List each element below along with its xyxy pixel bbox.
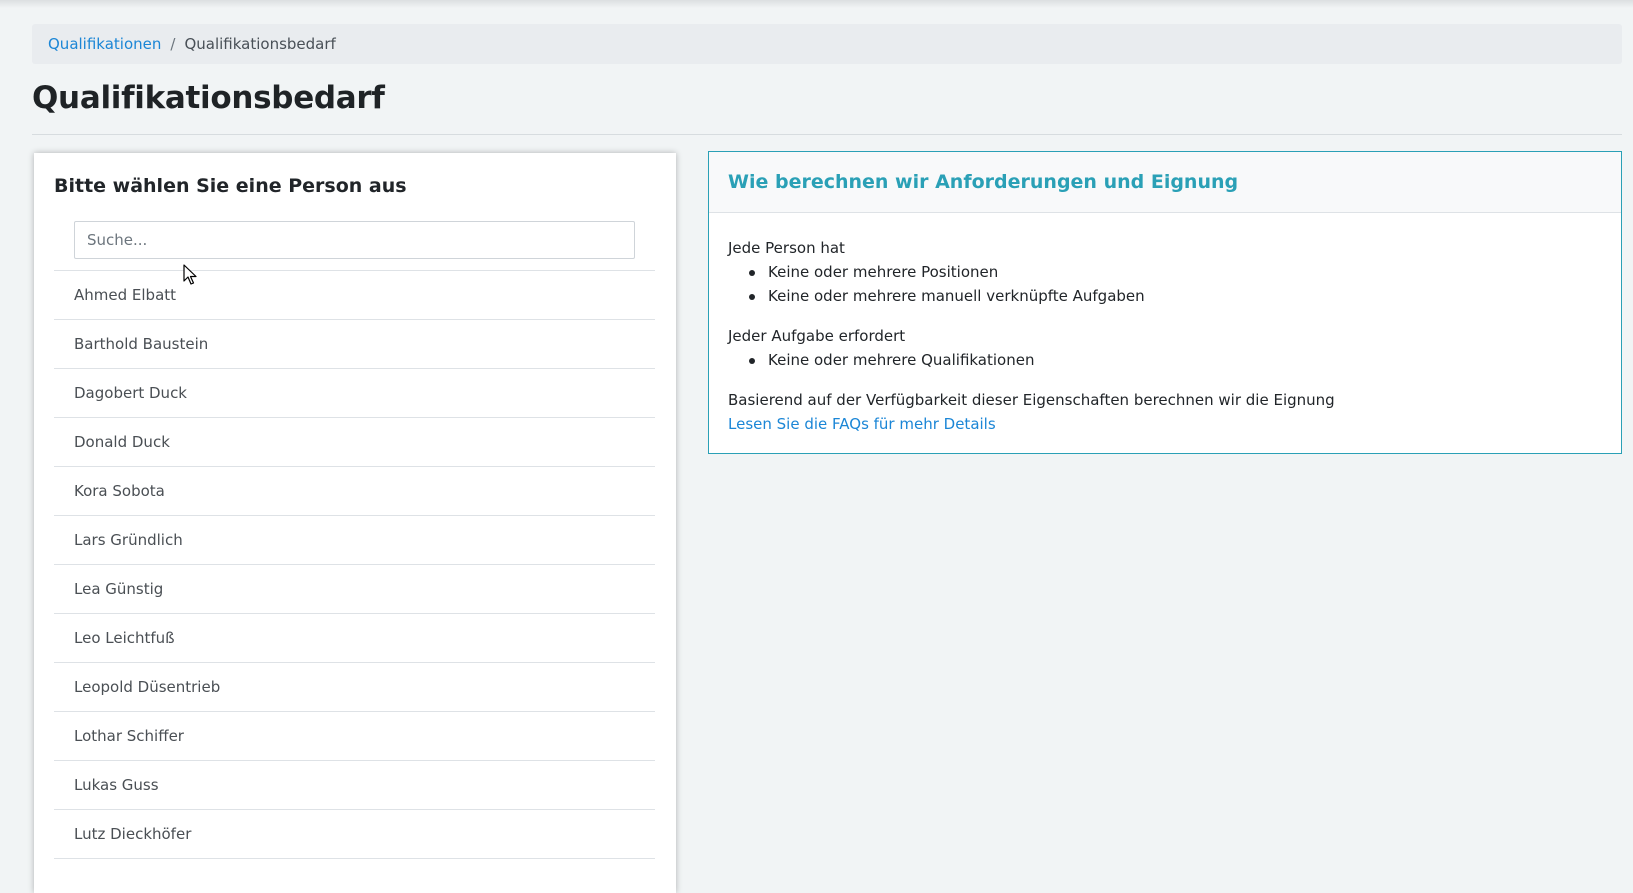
breadcrumb-current: Qualifikationsbedarf — [184, 35, 336, 53]
person-intro-text: Jede Person hat — [728, 239, 845, 257]
list-item: Keine oder mehrere Qualifikationen — [749, 348, 1602, 372]
list-item[interactable]: Leopold Düsentrieb — [54, 663, 655, 712]
breadcrumb: Qualifikationen / Qualifikationsbedarf — [32, 24, 1622, 64]
person-list: Ahmed Elbatt Barthold Baustein Dagobert … — [54, 270, 655, 859]
list-item: Keine oder mehrere Positionen — [749, 260, 1602, 284]
breadcrumb-link-qualifikationen[interactable]: Qualifikationen — [48, 35, 161, 53]
task-intro-text: Jeder Aufgabe erfordert — [728, 327, 906, 345]
list-item: Keine oder mehrere manuell verknüpfte Au… — [749, 284, 1602, 308]
search-field — [74, 221, 635, 259]
list-item[interactable]: Kora Sobota — [54, 467, 655, 516]
search-input[interactable] — [75, 222, 634, 258]
info-card-header: Wie berechnen wir Anforderungen und Eign… — [709, 152, 1621, 213]
list-item[interactable]: Barthold Baustein — [54, 320, 655, 369]
info-card-heading: Wie berechnen wir Anforderungen und Eign… — [728, 171, 1239, 193]
page-title: Qualifikationsbedarf — [32, 80, 385, 116]
list-item[interactable]: Donald Duck — [54, 418, 655, 467]
list-item[interactable]: Lothar Schiffer — [54, 712, 655, 761]
title-divider — [32, 134, 1622, 135]
list-item[interactable]: Ahmed Elbatt — [54, 271, 655, 320]
calculation-info-card: Wie berechnen wir Anforderungen und Eign… — [708, 151, 1622, 454]
topbar-shadow — [0, 0, 1633, 8]
list-item[interactable]: Leo Leichtfuß — [54, 614, 655, 663]
mouse-pointer-icon — [183, 264, 197, 285]
person-properties-list: Keine oder mehrere Positionen Keine oder… — [728, 260, 1602, 308]
person-select-heading: Bitte wählen Sie eine Person aus — [54, 175, 407, 197]
list-item[interactable]: Lars Gründlich — [54, 516, 655, 565]
list-item[interactable]: Lea Günstig — [54, 565, 655, 614]
faq-link[interactable]: Lesen Sie die FAQs für mehr Details — [728, 412, 1602, 436]
list-item[interactable]: Lutz Dieckhöfer — [54, 810, 655, 859]
breadcrumb-separator: / — [170, 35, 176, 53]
person-select-card: Bitte wählen Sie eine Person aus Ahmed E… — [34, 153, 676, 893]
summary-text: Basierend auf der Verfügbarkeit dieser E… — [728, 391, 1335, 409]
list-item[interactable]: Lukas Guss — [54, 761, 655, 810]
info-card-body: Jede Person hat Keine oder mehrere Posit… — [709, 213, 1621, 459]
list-item[interactable]: Dagobert Duck — [54, 369, 655, 418]
task-requirements-list: Keine oder mehrere Qualifikationen — [728, 348, 1602, 372]
